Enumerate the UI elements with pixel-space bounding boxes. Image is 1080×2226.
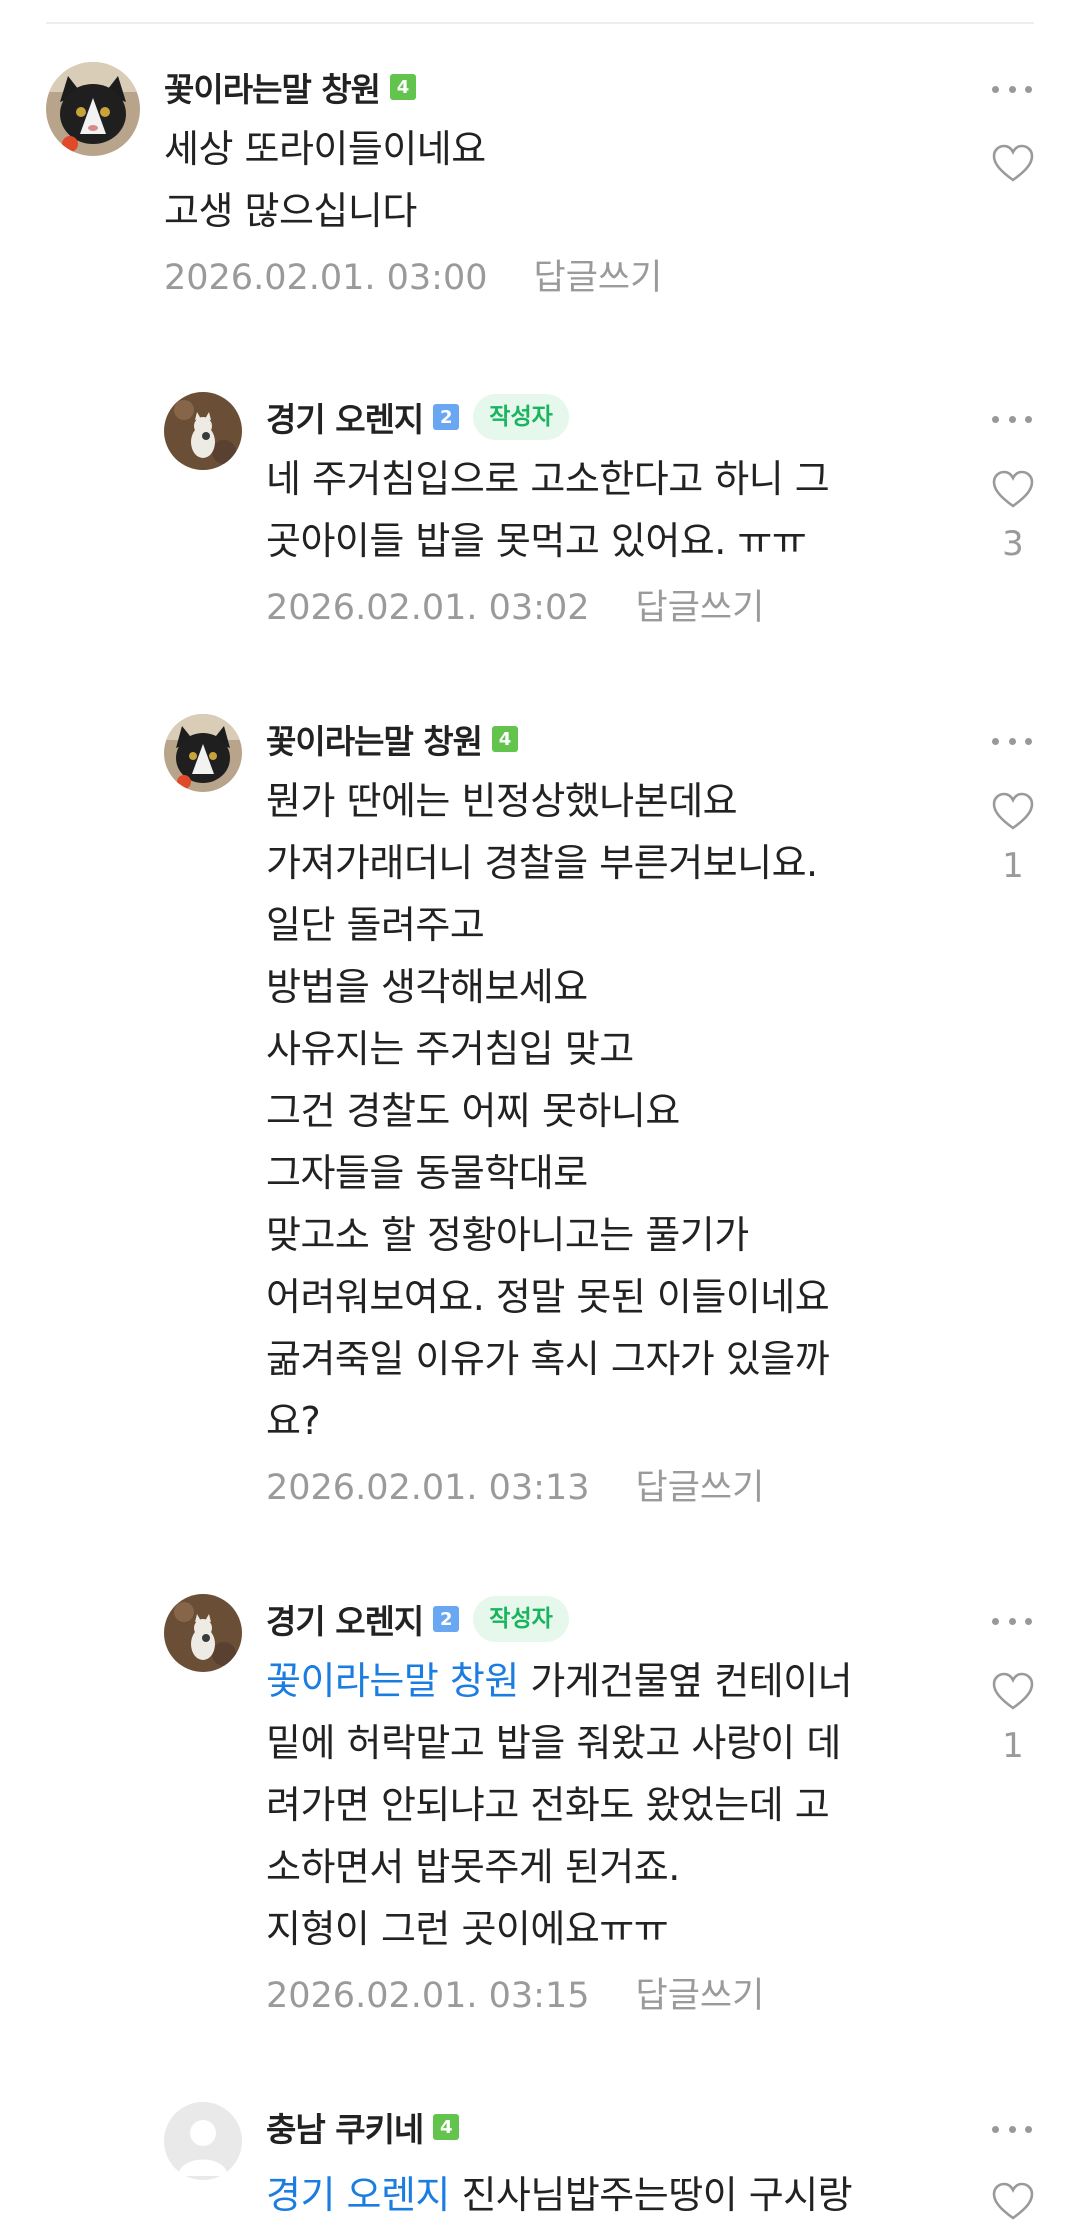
like-button[interactable]	[990, 144, 1036, 184]
like-button[interactable]: 3	[990, 470, 1036, 564]
level-badge: 4	[390, 74, 417, 100]
comment-text: 네 주거침입으로 고소한다고 하니 그 곳아이들 밥을 못먹고 있어요. ㅠㅠ	[266, 457, 830, 563]
comment-date: 2026.02.01. 03:13	[266, 1468, 590, 1508]
level-badge: 4	[492, 726, 519, 752]
comment-date: 2026.02.01. 03:15	[266, 1976, 590, 2016]
heart-icon	[992, 144, 1034, 182]
reply-button[interactable]: 답글쓰기	[534, 250, 663, 306]
avatar[interactable]	[164, 2102, 242, 2180]
avatar[interactable]	[164, 714, 242, 792]
avatar[interactable]	[164, 392, 242, 470]
more-options-icon[interactable]	[992, 726, 1032, 756]
heart-icon	[992, 470, 1034, 508]
reply-button[interactable]: 답글쓰기	[636, 1460, 765, 1516]
more-options-icon[interactable]	[992, 2114, 1032, 2144]
comment-author[interactable]: 꽃이라는말 창원	[266, 715, 483, 763]
default-avatar-icon	[164, 2102, 242, 2180]
comment-author[interactable]: 경기 오렌지	[266, 1595, 424, 1643]
like-button[interactable]: 1	[990, 792, 1036, 886]
cat-avatar-icon	[46, 62, 140, 156]
cat-avatar-icon	[164, 1594, 242, 1672]
heart-icon	[992, 792, 1034, 830]
top-divider	[46, 22, 1034, 24]
like-button[interactable]: 1	[990, 1672, 1036, 1766]
comment-text: 뭔가 딴에는 빈정상했나본데요 가져가래더니 경찰을 부른거보니요. 일단 돌려…	[266, 779, 830, 1443]
more-options-icon[interactable]	[992, 74, 1032, 104]
comment-date: 2026.02.01. 03:02	[266, 588, 590, 628]
comment-author[interactable]: 경기 오렌지	[266, 393, 424, 441]
like-count: 3	[1002, 524, 1024, 564]
reply-button[interactable]: 답글쓰기	[636, 1968, 765, 2024]
like-count: 1	[1002, 846, 1024, 886]
more-options-icon[interactable]	[992, 1606, 1032, 1636]
writer-badge: 작성자	[473, 1596, 569, 1642]
comment-text: 세상 또라이들이네요 고생 많으십니다	[164, 127, 486, 233]
reply-button[interactable]: 답글쓰기	[636, 580, 765, 636]
like-button[interactable]	[990, 2182, 1036, 2222]
level-badge: 2	[433, 404, 460, 430]
more-options-icon[interactable]	[992, 404, 1032, 434]
cat-avatar-icon	[164, 714, 242, 792]
level-badge: 2	[433, 1606, 460, 1632]
avatar[interactable]	[164, 1594, 242, 1672]
heart-icon	[992, 1672, 1034, 1710]
comment-author[interactable]: 충남 쿠키네	[266, 2103, 424, 2151]
heart-icon	[992, 2182, 1034, 2220]
comment-author[interactable]: 꽃이라는말 창원	[164, 63, 381, 111]
writer-badge: 작성자	[473, 394, 569, 440]
mention-link[interactable]: 경기 오렌지	[266, 2173, 450, 2217]
avatar[interactable]	[46, 62, 140, 156]
cat-avatar-icon	[164, 392, 242, 470]
comment-date: 2026.02.01. 03:00	[164, 258, 488, 298]
comment-text: 경기 오렌지 진사님밥주는땅이 구시랑	[266, 2173, 853, 2217]
like-count: 1	[1002, 1726, 1024, 1766]
comment-text: 꽃이라는말 창원 가게건물옆 컨테이너 밑에 허락맡고 밥을 줘왔고 사랑이 데…	[266, 1659, 853, 1951]
level-badge: 4	[433, 2114, 460, 2140]
mention-link[interactable]: 꽃이라는말 창원	[266, 1659, 519, 1703]
